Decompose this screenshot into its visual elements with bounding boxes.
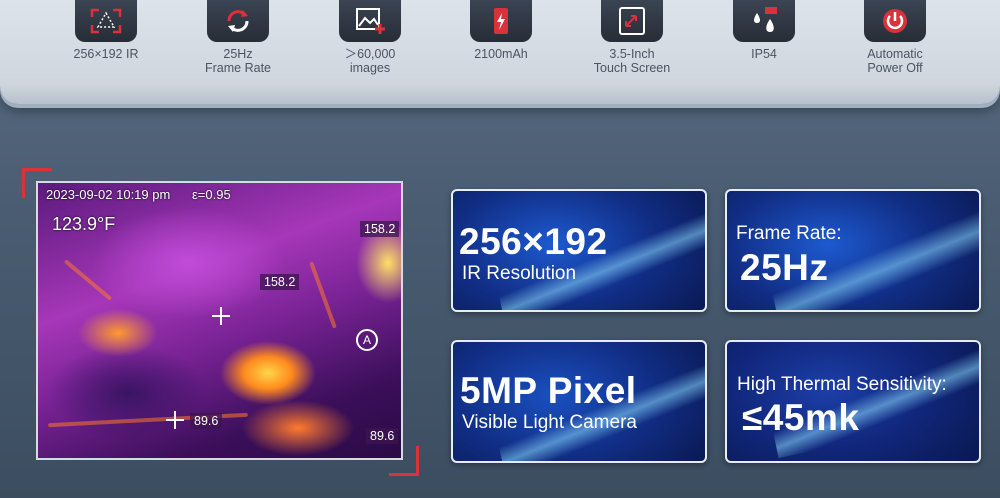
center-crosshair	[212, 307, 230, 325]
spec-value: 5MP Pixel	[460, 370, 637, 411]
cold-spot-label: 89.6	[190, 413, 223, 429]
feature-power-off: Automatic Power Off	[840, 0, 950, 75]
hot-pipe	[63, 259, 113, 301]
spec-value: 25Hz	[740, 247, 829, 288]
spec-card-frame-rate: Frame Rate: 25Hz	[725, 189, 981, 312]
feature-battery: 2100mAh	[446, 0, 556, 61]
datetime-readout: 2023-09-02 10:19 pm	[46, 187, 171, 202]
max-temperature-label: 158.2	[360, 221, 400, 237]
hot-pipe	[309, 261, 337, 329]
spec-card-thermal-sensitivity: High Thermal Sensitivity: ≤45mk	[725, 340, 981, 463]
spec-value: 256×192	[459, 221, 608, 262]
feature-ip54: IP54	[709, 0, 819, 61]
hot-spot-label: 158.2	[260, 274, 300, 290]
power-icon	[864, 0, 926, 42]
ir-resolution-icon	[75, 0, 137, 42]
feature-label: ＞60,000 images	[344, 47, 396, 75]
spec-caption: IR Resolution	[462, 263, 577, 284]
emissivity-readout: ε=0.95	[192, 187, 231, 202]
feature-images: ＞60,000 images	[315, 0, 425, 75]
refresh-icon	[207, 0, 269, 42]
spec-card-ir-resolution: 256×192 IR Resolution	[451, 189, 707, 312]
feature-label: 256×192 IR	[73, 47, 139, 61]
image-add-icon	[339, 0, 401, 42]
battery-icon	[470, 0, 532, 42]
thermal-image: 2023-09-02 10:19 pm ε=0.95 123.9°F 158.2…	[36, 181, 403, 460]
cold-spot-crosshair	[166, 411, 184, 429]
center-temperature: 123.9°F	[52, 214, 116, 234]
feature-label: 25Hz Frame Rate	[205, 47, 271, 75]
feature-strip: 256×192 IR 25Hz Frame Rate ＞60,000 image…	[0, 0, 1000, 104]
water-drops-icon	[733, 0, 795, 42]
feature-ir-resolution: 256×192 IR	[51, 0, 161, 61]
feature-label: 2100mAh	[474, 47, 528, 61]
area-marker: A	[356, 329, 378, 351]
spec-caption: Visible Light Camera	[462, 412, 637, 433]
feature-touch-screen: 3.5-Inch Touch Screen	[577, 0, 687, 75]
min-temperature-label: 89.6	[366, 428, 399, 444]
spec-value: ≤45mk	[742, 397, 860, 438]
feature-label: 3.5-Inch Touch Screen	[593, 47, 671, 75]
feature-label: Automatic Power Off	[867, 47, 923, 75]
feature-frame-rate: 25Hz Frame Rate	[183, 0, 293, 75]
touch-screen-icon	[601, 0, 663, 42]
spec-card-visible-camera: 5MP Pixel Visible Light Camera	[451, 340, 707, 463]
spec-caption: Frame Rate:	[736, 223, 842, 244]
feature-label: IP54	[751, 47, 777, 61]
spec-caption: High Thermal Sensitivity:	[737, 374, 947, 395]
